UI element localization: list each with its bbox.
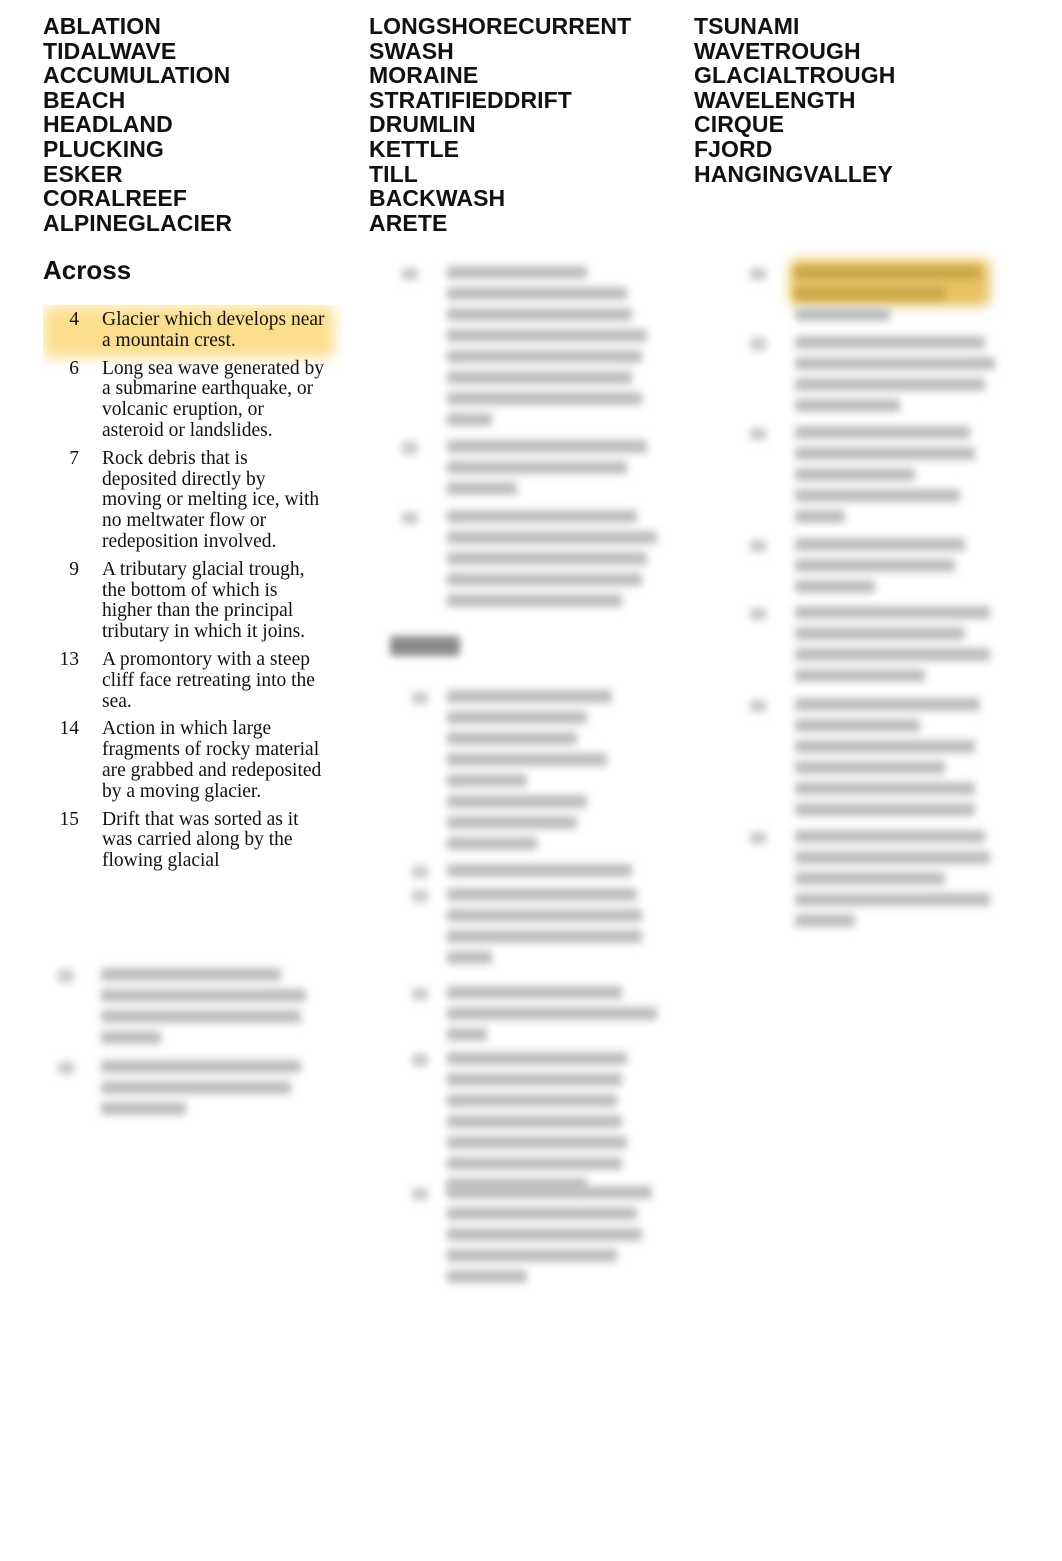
clue-number: 7	[69, 447, 79, 469]
word-bank-word: HEADLAND	[43, 111, 173, 138]
word-bank-word: BACKWASH	[369, 185, 506, 212]
word-bank-word: ABLATION	[43, 13, 161, 39]
word-bank-column-3: TSUNAMI WAVETROUGH GLACIALTROUGH WAVELEN…	[694, 14, 895, 186]
clue-text: A promontory with a steep cliff face ret…	[102, 648, 315, 712]
word-bank-word: ESKER	[43, 160, 123, 187]
clue-item[interactable]: 13 A promontory with a steep cliff face …	[55, 648, 325, 712]
across-clues-visible-region: 4 Glacier which develops near a mountain…	[43, 305, 343, 935]
word-bank-word: FJORD	[694, 135, 773, 162]
word-bank-column-2: LONGSHORECURRENT SWASH MORAINE STRATIFIE…	[369, 14, 631, 235]
clue-item[interactable]: 9 A tributary glacial trough, the bottom…	[55, 558, 325, 643]
clue-number: 4	[69, 309, 79, 330]
word-bank-word: LONGSHORECURRENT	[369, 13, 632, 39]
word-bank-word: SWASH	[369, 37, 454, 64]
clue-number: 15	[59, 808, 80, 830]
clue-item[interactable]: 15 Drift that was sorted as it was carri…	[55, 808, 325, 872]
word-bank-word: WAVETROUGH	[694, 37, 861, 64]
clue-number: 6	[69, 357, 79, 379]
word-bank-word: MORAINE	[369, 62, 479, 89]
word-bank-word: TSUNAMI	[694, 13, 800, 39]
clue-text: Glacier which develops near a mountain c…	[102, 309, 325, 351]
word-bank-word: GLACIALTROUGH	[694, 62, 896, 89]
clue-item-highlighted[interactable]: 4 Glacier which develops near a mountain…	[55, 309, 325, 352]
word-bank-word: DRUMLIN	[369, 111, 476, 138]
clue-text: Drift that was sorted as it was carried …	[102, 808, 299, 872]
word-bank-word: TILL	[369, 160, 418, 187]
clue-item[interactable]: 6 Long sea wave generated by a submarine…	[55, 357, 325, 442]
word-bank-word: HANGINGVALLEY	[694, 160, 893, 187]
word-bank-word: CORALREEF	[43, 185, 188, 212]
word-bank-word: KETTLE	[369, 135, 460, 162]
word-bank-word: TIDALWAVE	[43, 37, 177, 64]
word-bank-word: BEACH	[43, 86, 126, 113]
clue-text: A tributary glacial trough, the bottom o…	[102, 558, 306, 643]
across-heading: Across	[43, 255, 132, 285]
across-clue-list: 4 Glacier which develops near a mountain…	[55, 309, 325, 879]
word-bank-word: WAVELENGTH	[694, 86, 856, 113]
clue-item[interactable]: 14 Action in which large fragments of ro…	[55, 718, 325, 802]
clue-item[interactable]: 7 Rock debris that is deposited directly…	[55, 447, 325, 553]
clue-text: Action in which large fragments of rocky…	[102, 718, 322, 802]
clue-number: 14	[59, 718, 80, 740]
word-bank-word: ARETE	[369, 209, 448, 236]
word-bank-word: ACCUMULATION	[43, 62, 231, 89]
clue-text: Rock debris that is deposited directly b…	[102, 447, 320, 552]
clue-text: Long sea wave generated by a submarine e…	[102, 357, 324, 441]
word-bank-word: ALPINEGLACIER	[43, 209, 233, 236]
clue-number: 9	[69, 558, 79, 580]
word-bank-word: PLUCKING	[43, 135, 164, 162]
word-bank-word: STRATIFIEDDRIFT	[369, 86, 572, 113]
word-bank-word: CIRQUE	[694, 111, 785, 138]
clue-number: 13	[59, 648, 80, 670]
word-bank-column-1: ABLATION TIDALWAVE ACCUMULATION BEACH HE…	[43, 14, 232, 235]
